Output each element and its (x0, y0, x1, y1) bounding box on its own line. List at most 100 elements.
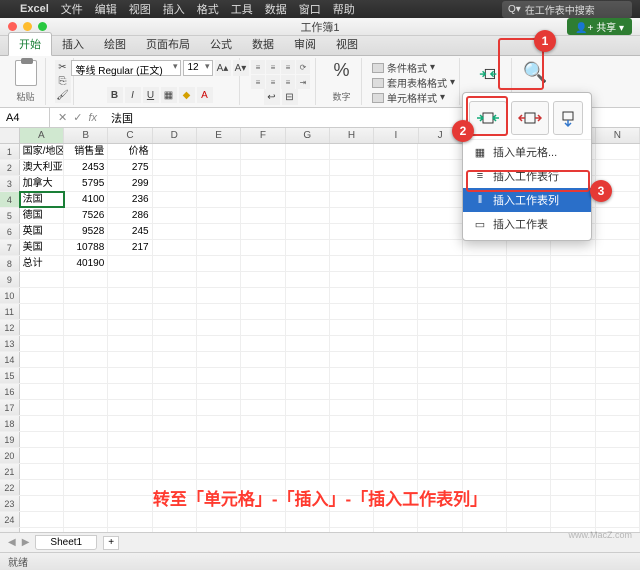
delete-big-button[interactable] (511, 101, 549, 135)
cell[interactable] (463, 416, 507, 431)
row-header[interactable]: 10 (0, 288, 20, 303)
cell[interactable] (418, 528, 462, 532)
cell[interactable] (330, 176, 374, 191)
row-header[interactable]: 25 (0, 528, 20, 532)
cell[interactable] (418, 512, 462, 527)
cell[interactable] (463, 384, 507, 399)
row-header[interactable]: 17 (0, 400, 20, 415)
cell[interactable] (330, 224, 374, 239)
cell[interactable] (64, 272, 108, 287)
cell[interactable]: 德国 (20, 208, 64, 223)
cell[interactable] (286, 144, 330, 159)
cell[interactable] (330, 208, 374, 223)
menu-view[interactable]: 视图 (129, 1, 151, 17)
cell[interactable] (241, 240, 285, 255)
tab-review[interactable]: 审阅 (284, 33, 326, 55)
cell[interactable] (197, 208, 241, 223)
tab-layout[interactable]: 页面布局 (136, 33, 200, 55)
cell[interactable] (64, 304, 108, 319)
cell[interactable] (153, 192, 197, 207)
cell[interactable] (64, 416, 108, 431)
cell[interactable] (241, 176, 285, 191)
cell[interactable] (153, 320, 197, 335)
row-header[interactable]: 2 (0, 160, 20, 175)
cell[interactable] (507, 352, 551, 367)
cell[interactable] (596, 304, 640, 319)
cell[interactable]: 美国 (20, 240, 64, 255)
font-name-select[interactable]: 等线 Regular (正文) (71, 60, 181, 76)
cell[interactable] (286, 176, 330, 191)
increase-font-icon[interactable]: A▴ (215, 60, 231, 76)
cell[interactable] (330, 272, 374, 287)
cell[interactable]: 销售量 (64, 144, 108, 159)
cut-icon[interactable]: ✂ (55, 60, 71, 74)
cell[interactable]: 国家/地区 (20, 144, 64, 159)
cell[interactable] (463, 432, 507, 447)
row-header[interactable]: 20 (0, 448, 20, 463)
cell[interactable] (330, 256, 374, 271)
cell[interactable] (463, 240, 507, 255)
cell[interactable] (153, 176, 197, 191)
minimize-window-icon[interactable] (23, 22, 32, 31)
cell[interactable] (64, 528, 108, 532)
cell[interactable] (507, 288, 551, 303)
cell[interactable]: 英国 (20, 224, 64, 239)
col-header-H[interactable]: H (330, 128, 374, 143)
insert-columns-item[interactable]: ‖插入工作表列 (463, 188, 591, 212)
cell[interactable] (463, 336, 507, 351)
cell[interactable] (108, 528, 152, 532)
row-header[interactable]: 18 (0, 416, 20, 431)
cell[interactable] (197, 304, 241, 319)
cell[interactable] (108, 384, 152, 399)
cell[interactable] (507, 272, 551, 287)
col-header-E[interactable]: E (197, 128, 241, 143)
row-header[interactable]: 15 (0, 368, 20, 383)
cell[interactable] (286, 464, 330, 479)
cell[interactable] (596, 448, 640, 463)
cell[interactable] (374, 160, 418, 175)
cell[interactable] (153, 224, 197, 239)
cell[interactable] (153, 528, 197, 532)
tab-view[interactable]: 视图 (326, 33, 368, 55)
cell[interactable] (108, 272, 152, 287)
cell[interactable] (551, 240, 595, 255)
cell[interactable] (507, 416, 551, 431)
cell[interactable] (596, 256, 640, 271)
cell[interactable] (197, 320, 241, 335)
cell[interactable] (418, 320, 462, 335)
cell[interactable] (197, 256, 241, 271)
cell[interactable] (153, 400, 197, 415)
cell[interactable] (418, 272, 462, 287)
cell[interactable] (374, 384, 418, 399)
cell[interactable] (551, 272, 595, 287)
cell[interactable] (463, 288, 507, 303)
cell[interactable] (241, 304, 285, 319)
cell[interactable] (241, 272, 285, 287)
cell[interactable] (551, 352, 595, 367)
zoom-window-icon[interactable] (38, 22, 47, 31)
cell[interactable] (197, 464, 241, 479)
italic-button[interactable]: I (125, 87, 141, 103)
cell[interactable] (20, 384, 64, 399)
cell[interactable] (286, 224, 330, 239)
cell[interactable] (596, 400, 640, 415)
cell[interactable] (551, 320, 595, 335)
cell[interactable] (418, 144, 462, 159)
indent-icon[interactable]: ⇥ (296, 75, 310, 89)
align-bottom-icon[interactable]: ≡ (281, 60, 295, 74)
cell[interactable]: 236 (108, 192, 152, 207)
cell[interactable] (596, 208, 640, 223)
cell[interactable] (418, 352, 462, 367)
cell[interactable] (20, 320, 64, 335)
cell[interactable] (551, 400, 595, 415)
cell[interactable] (20, 304, 64, 319)
cell[interactable] (153, 512, 197, 527)
cell[interactable] (20, 512, 64, 527)
cell[interactable] (596, 464, 640, 479)
cell[interactable] (374, 432, 418, 447)
cell[interactable] (596, 224, 640, 239)
cell[interactable] (551, 448, 595, 463)
find-icon[interactable]: 🔍 (523, 60, 548, 85)
cell[interactable] (197, 512, 241, 527)
paste-icon[interactable] (15, 60, 37, 86)
